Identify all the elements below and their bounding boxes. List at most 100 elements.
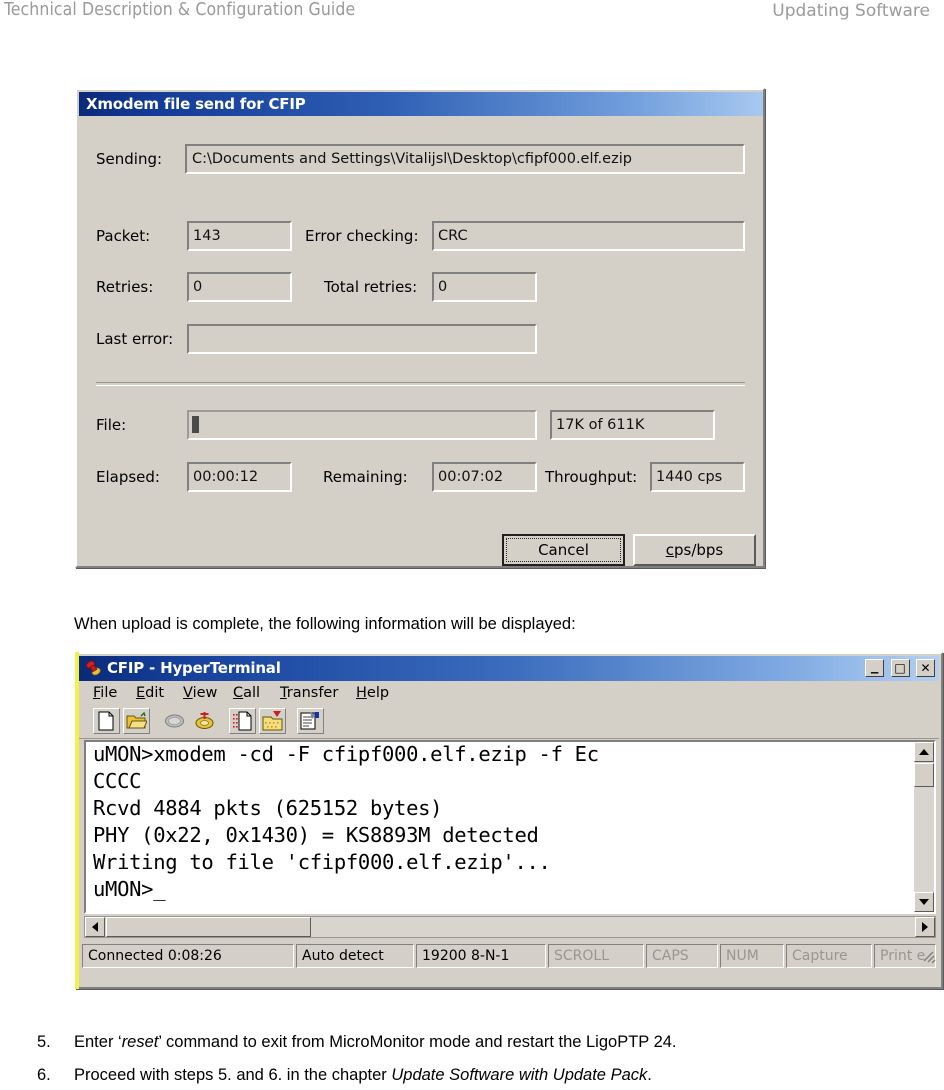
status-auto-detect: Auto detect bbox=[296, 944, 414, 968]
cps-bps-button[interactable]: cps/bps bbox=[633, 534, 756, 566]
scroll-up-icon[interactable] bbox=[914, 742, 934, 762]
step-5-pre: Enter ‘ bbox=[74, 1033, 122, 1051]
step-5-post: ’ command to exit from MicroMonitor mode… bbox=[158, 1033, 677, 1051]
xmodem-send-dialog: Xmodem file send for CFIP Sending: C:\Do… bbox=[75, 88, 765, 568]
status-scroll: SCROLL bbox=[548, 944, 644, 968]
status-caps: CAPS bbox=[646, 944, 718, 968]
status-baud: 19200 8-N-1 bbox=[416, 944, 546, 968]
elapsed-label: Elapsed: bbox=[96, 468, 160, 486]
menu-item-call[interactable]: Call bbox=[233, 683, 260, 703]
open-icon[interactable] bbox=[123, 708, 150, 734]
xmodem-dialog-body: Sending: C:\Documents and Settings\Vital… bbox=[77, 116, 767, 566]
packet-label: Packet: bbox=[96, 227, 151, 245]
xmodem-title-text: Xmodem file send for CFIP bbox=[86, 95, 306, 113]
intro-paragraph: When upload is complete, the following i… bbox=[74, 615, 576, 633]
remaining-field: 00:07:02 bbox=[432, 462, 537, 492]
step-6-italic: Update Software with Update Pack bbox=[391, 1066, 648, 1084]
minimize-button[interactable]: _ bbox=[865, 658, 885, 677]
remaining-label: Remaining: bbox=[323, 468, 408, 486]
terminal-horizontal-scrollbar[interactable] bbox=[84, 916, 936, 938]
menu-edit-accel: E bbox=[136, 685, 146, 701]
page-header-left: Technical Description & Configuration Gu… bbox=[4, 0, 356, 20]
vertical-scroll-thumb[interactable] bbox=[914, 763, 934, 787]
close-button[interactable]: ✕ bbox=[916, 659, 935, 677]
step-6-post: . bbox=[647, 1066, 652, 1084]
cps-bps-button-accel: c bbox=[665, 541, 674, 559]
status-num: NUM bbox=[720, 944, 784, 968]
terminal-output-area[interactable]: uMON>xmodem -cd -F cfipf000.elf.ezip -f … bbox=[84, 740, 936, 914]
throughput-field: 1440 cps bbox=[650, 462, 745, 492]
hyperterminal-window: CFIP - HyperTerminal _ □ ✕ File Edit Vie… bbox=[75, 652, 943, 989]
receive-file-icon[interactable] bbox=[259, 708, 286, 734]
cancel-button-label: Cancel bbox=[506, 538, 621, 562]
menu-call-rest: all bbox=[243, 685, 261, 701]
menu-item-view[interactable]: View bbox=[183, 683, 217, 703]
maximize-button[interactable]: □ bbox=[890, 659, 910, 677]
properties-icon[interactable] bbox=[297, 708, 324, 734]
scroll-right-icon[interactable] bbox=[915, 917, 935, 937]
file-progress-bar bbox=[187, 410, 537, 440]
step-6-text: Proceed with steps 5. and 6. in the chap… bbox=[74, 1066, 652, 1085]
send-file-icon[interactable] bbox=[229, 708, 256, 734]
horizontal-scroll-thumb[interactable] bbox=[106, 917, 311, 937]
status-connected: Connected 0:08:26 bbox=[82, 944, 294, 968]
page-header-right: Updating Software bbox=[772, 1, 930, 21]
menu-view-accel: V bbox=[183, 685, 193, 701]
sending-label: Sending: bbox=[96, 150, 163, 168]
step-5-number: 5. bbox=[37, 1033, 51, 1051]
menu-view-rest: iew bbox=[192, 685, 218, 701]
file-size-field: 17K of 611K bbox=[550, 410, 715, 440]
packet-field[interactable]: 143 bbox=[187, 221, 292, 251]
window-controls: _ □ ✕ bbox=[863, 658, 935, 678]
disconnect-icon[interactable] bbox=[191, 708, 218, 734]
hyperterminal-toolbar bbox=[79, 705, 939, 739]
status-capture: Capture bbox=[786, 944, 872, 968]
menu-item-transfer[interactable]: Transfer bbox=[280, 683, 338, 703]
maximize-icon: □ bbox=[894, 661, 906, 675]
page-header: Technical Description & Configuration Gu… bbox=[0, 0, 944, 30]
menu-edit-rest: dit bbox=[145, 685, 165, 701]
phone-handset-icon bbox=[84, 659, 103, 678]
error-checking-field[interactable]: CRC bbox=[432, 221, 745, 251]
retries-field[interactable]: 0 bbox=[187, 272, 292, 302]
step-6-number: 6. bbox=[37, 1066, 51, 1084]
menu-item-edit[interactable]: Edit bbox=[136, 683, 164, 703]
elapsed-field: 00:00:12 bbox=[187, 462, 292, 492]
total-retries-field[interactable]: 0 bbox=[432, 272, 537, 302]
sending-path-field[interactable]: C:\Documents and Settings\Vitalijsl\Desk… bbox=[185, 144, 745, 174]
menu-item-help[interactable]: Help bbox=[356, 683, 389, 703]
hyperterminal-status-bar: Connected 0:08:26 Auto detect 19200 8-N-… bbox=[82, 944, 938, 970]
terminal-line-2: CCCC bbox=[93, 769, 142, 793]
new-connection-icon[interactable] bbox=[93, 708, 120, 734]
terminal-line-6: uMON>_ bbox=[93, 877, 166, 901]
terminal-vertical-scrollbar[interactable] bbox=[914, 742, 934, 912]
scroll-down-icon[interactable] bbox=[914, 892, 934, 912]
scroll-left-icon[interactable] bbox=[85, 917, 105, 937]
menu-item-file[interactable]: File bbox=[93, 683, 117, 703]
hyperterminal-title-text: CFIP - HyperTerminal bbox=[107, 659, 281, 677]
last-error-field[interactable] bbox=[187, 324, 537, 354]
total-retries-label: Total retries: bbox=[324, 278, 418, 296]
progress-chunk bbox=[192, 416, 199, 433]
step-5-text: Enter ‘reset’ command to exit from Micro… bbox=[74, 1033, 677, 1052]
menu-transfer-accel: T bbox=[280, 685, 287, 701]
menu-transfer-rest: ransfer bbox=[286, 685, 339, 701]
close-icon: ✕ bbox=[920, 661, 931, 675]
terminal-text: uMON>xmodem -cd -F cfipf000.elf.ezip -f … bbox=[93, 741, 873, 903]
terminal-line-3: Rcvd 4884 pkts (625152 bytes) bbox=[93, 796, 443, 820]
menu-call-accel: C bbox=[233, 685, 244, 701]
menu-help-accel: H bbox=[356, 685, 367, 701]
terminal-line-1: uMON>xmodem -cd -F cfipf000.elf.ezip -f … bbox=[93, 742, 599, 766]
hyperterminal-menu-bar: File Edit View Call Transfer Help bbox=[79, 681, 939, 705]
step-5-italic: reset bbox=[121, 1033, 159, 1051]
retries-label: Retries: bbox=[96, 278, 154, 296]
hyperterminal-title-bar: CFIP - HyperTerminal _ □ ✕ bbox=[79, 656, 939, 681]
cancel-button[interactable]: Cancel bbox=[502, 534, 625, 566]
resize-grip-icon[interactable] bbox=[920, 948, 936, 964]
terminal-line-5: Writing to file 'cfipf000.elf.ezip'... bbox=[93, 850, 551, 874]
step-6-pre: Proceed with steps 5. and 6. in the chap… bbox=[74, 1066, 392, 1084]
throughput-label: Throughput: bbox=[545, 468, 638, 486]
error-checking-label: Error checking: bbox=[305, 227, 419, 245]
call-icon[interactable] bbox=[161, 708, 188, 734]
cps-bps-button-label: ps/bps bbox=[674, 541, 724, 559]
